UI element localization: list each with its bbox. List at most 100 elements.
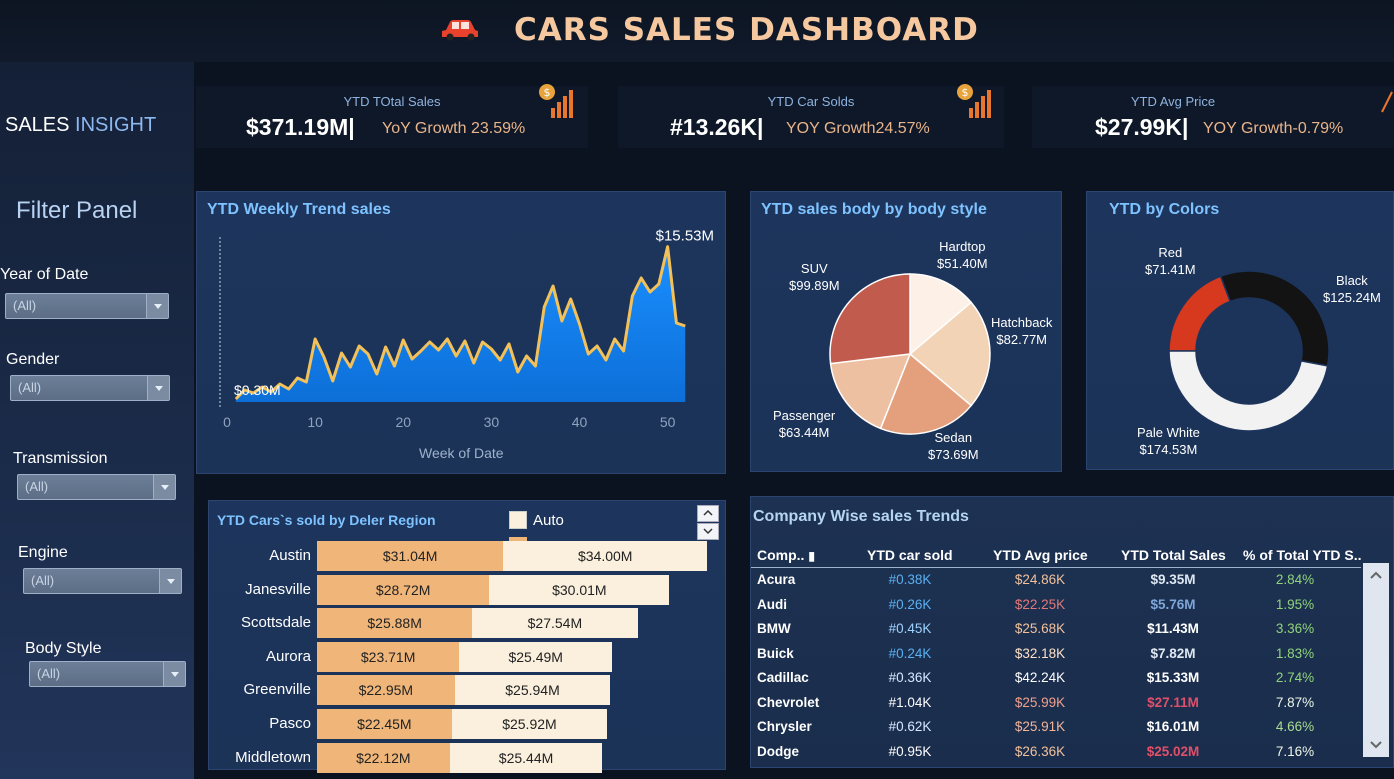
bar-segment-auto[interactable]: $22.12M bbox=[317, 742, 450, 773]
kpi-avg-price-growth: YOY Growth-0.79% bbox=[1203, 120, 1344, 137]
body-style-filter-select[interactable]: (All) bbox=[29, 661, 186, 687]
region-name: Aurora bbox=[265, 647, 311, 665]
header-divider bbox=[751, 567, 1361, 568]
chevron-down-icon[interactable] bbox=[153, 475, 175, 499]
brand-insight: INSIGHT bbox=[75, 114, 157, 136]
region-bar-row[interactable]: Middletown $22.12M $25.44M bbox=[209, 742, 727, 773]
table-scrollbar[interactable] bbox=[1363, 563, 1389, 757]
col-header-avg-price[interactable]: YTD Avg price bbox=[993, 547, 1088, 563]
col-header-total-sales[interactable]: YTD Total Sales bbox=[1121, 547, 1226, 563]
table-cell: $11.43M bbox=[1147, 621, 1199, 636]
bar-segment-auto[interactable]: $23.71M bbox=[317, 641, 460, 672]
kpi-total-sales-growth: YoY Growth 23.59% bbox=[382, 120, 526, 137]
col-header-cars-sold[interactable]: YTD car sold bbox=[867, 547, 953, 563]
chevron-down-icon[interactable] bbox=[147, 376, 169, 400]
x-tick-label: 20 bbox=[395, 414, 411, 430]
region-bar-row[interactable]: Janesville $28.72M $30.01M bbox=[209, 574, 727, 605]
region-panel: YTD Cars`s sold by Deler Region Auto Aus… bbox=[208, 500, 727, 773]
table-cell: #0.38K bbox=[888, 572, 932, 587]
table-cell: $42.24K bbox=[1014, 670, 1066, 685]
year-filter-select[interactable]: (All) bbox=[5, 293, 169, 319]
region-name: Janesville bbox=[245, 580, 311, 598]
region-title: YTD Cars`s sold by Deler Region bbox=[217, 512, 436, 528]
bar-segment-manual[interactable]: $25.94M bbox=[454, 675, 611, 706]
donut-label-black: Black $125.24M bbox=[1323, 272, 1381, 306]
x-tick-label: 0 bbox=[223, 414, 231, 430]
slice-suv[interactable] bbox=[829, 273, 911, 365]
region-name: Austin bbox=[269, 547, 311, 564]
region-bar-row[interactable]: Pasco $22.45M $25.92M bbox=[209, 709, 727, 739]
region-bar-row[interactable]: Greenville $22.95M $25.94M bbox=[209, 675, 727, 706]
chevron-down-icon[interactable] bbox=[163, 662, 185, 686]
chevron-up-icon bbox=[703, 509, 713, 516]
table-cell: $25.99K bbox=[1014, 694, 1066, 710]
kpi-cars-sold-growth: YOY Growth24.57% bbox=[786, 120, 930, 137]
bar-segment-manual[interactable]: $25.92M bbox=[451, 709, 608, 739]
region-name: Middletown bbox=[235, 748, 311, 766]
weekly-trend-chart: 0 10 20 30 40 50 $15.53M $0.30M bbox=[219, 228, 714, 430]
slice-red[interactable] bbox=[1168, 275, 1232, 352]
table-cell: #0.62K bbox=[888, 719, 932, 734]
weekly-area-fill bbox=[235, 246, 686, 402]
bar-segment-auto[interactable]: $22.95M bbox=[317, 675, 455, 706]
chevron-down-icon bbox=[703, 528, 713, 535]
company-name-cell: Buick bbox=[757, 645, 794, 661]
sedan-name: Sedan bbox=[934, 430, 973, 445]
transmission-filter-select[interactable]: (All) bbox=[17, 474, 176, 500]
slice-pale-white[interactable] bbox=[1168, 350, 1329, 432]
bar-segment-manual[interactable]: $30.01M bbox=[489, 574, 670, 605]
table-cell: $24.86K bbox=[1014, 572, 1066, 587]
bar-segment-auto[interactable]: $31.04M bbox=[317, 541, 504, 571]
chevron-down-icon[interactable] bbox=[146, 294, 168, 318]
hardtop-name: Hardtop bbox=[939, 239, 986, 254]
legend-swatch-auto bbox=[509, 511, 527, 529]
chevron-up-icon[interactable] bbox=[1363, 567, 1389, 583]
growth-arrow-icon bbox=[1381, 91, 1393, 113]
region-bar-row[interactable]: Scottsdale $25.88M $27.54M bbox=[209, 608, 727, 639]
money-growth-icon: $ bbox=[957, 84, 991, 118]
pie-label-passenger: Passenger $63.44M bbox=[773, 407, 835, 441]
col-header-pct-total[interactable]: % of Total YTD S.. bbox=[1243, 547, 1362, 563]
red-value: $71.41M bbox=[1145, 262, 1196, 277]
year-filter-value: (All) bbox=[13, 298, 37, 313]
bar-segment-manual[interactable]: $34.00M bbox=[503, 541, 708, 571]
x-tick-label: 30 bbox=[484, 414, 500, 430]
engine-filter-select[interactable]: (All) bbox=[23, 568, 182, 594]
kpi-avg-price-title: YTD Avg Price bbox=[1130, 94, 1216, 109]
lock-icon: ▮ bbox=[808, 549, 815, 563]
kpi-cars-sold-title: YTD Car Solds bbox=[767, 94, 855, 109]
bar-segment-auto[interactable]: $22.45M bbox=[317, 709, 452, 739]
suv-name: SUV bbox=[800, 261, 828, 276]
chevron-down-icon[interactable] bbox=[1363, 737, 1389, 753]
legend-scroll-up-button[interactable] bbox=[697, 505, 719, 522]
slice-black[interactable] bbox=[1219, 270, 1330, 367]
svg-text:$: $ bbox=[962, 86, 969, 99]
bar-segment-auto[interactable]: $28.72M bbox=[317, 574, 490, 605]
bar-segment-auto[interactable]: $25.88M bbox=[317, 608, 473, 639]
pie-label-hardtop: Hardtop $51.40M bbox=[937, 238, 988, 272]
filter-label-year: Year of Date bbox=[0, 266, 89, 283]
bar-segment-manual[interactable]: $25.49M bbox=[459, 641, 613, 672]
filter-label-transmission: Transmission bbox=[13, 450, 108, 467]
table-cell: $25.91K bbox=[1014, 719, 1066, 734]
table-cell: 1.83% bbox=[1275, 645, 1315, 661]
table-cell: 3.36% bbox=[1275, 621, 1315, 636]
x-tick-label: 40 bbox=[572, 414, 588, 430]
region-bar-row[interactable]: Austin $31.04M $34.00M bbox=[209, 541, 727, 571]
col-header-company[interactable]: Comp.. ▮ bbox=[757, 547, 815, 563]
svg-text:$: $ bbox=[544, 86, 551, 99]
bar-segment-manual[interactable]: $25.44M bbox=[449, 742, 603, 773]
bar-segment-manual[interactable]: $27.54M bbox=[472, 608, 638, 639]
table-cell: 7.16% bbox=[1275, 743, 1315, 759]
x-tick-label: 10 bbox=[307, 414, 323, 430]
gender-filter-select[interactable]: (All) bbox=[10, 375, 170, 401]
body-style-filter-value: (All) bbox=[37, 666, 61, 681]
gender-filter-value: (All) bbox=[18, 380, 42, 395]
table-cell: #0.36K bbox=[888, 670, 932, 685]
company-title: Company Wise sales Trends bbox=[753, 508, 969, 525]
table-cell: $25.02M bbox=[1146, 743, 1200, 759]
region-bar-row[interactable]: Aurora $23.71M $25.49M bbox=[209, 641, 727, 672]
chevron-down-icon[interactable] bbox=[159, 569, 181, 593]
x-tick-label: 50 bbox=[660, 414, 676, 430]
legend-scroll-down-button[interactable] bbox=[697, 523, 719, 540]
